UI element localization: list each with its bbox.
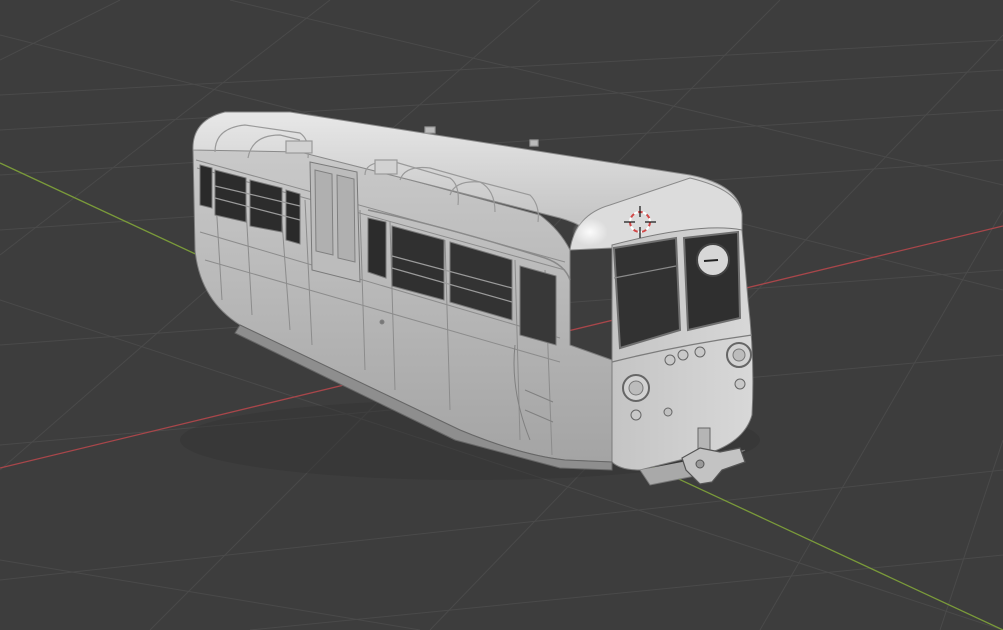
3d-viewport[interactable]: [0, 0, 1003, 630]
side-door: [309, 161, 361, 283]
roof-highlight: [572, 218, 608, 246]
